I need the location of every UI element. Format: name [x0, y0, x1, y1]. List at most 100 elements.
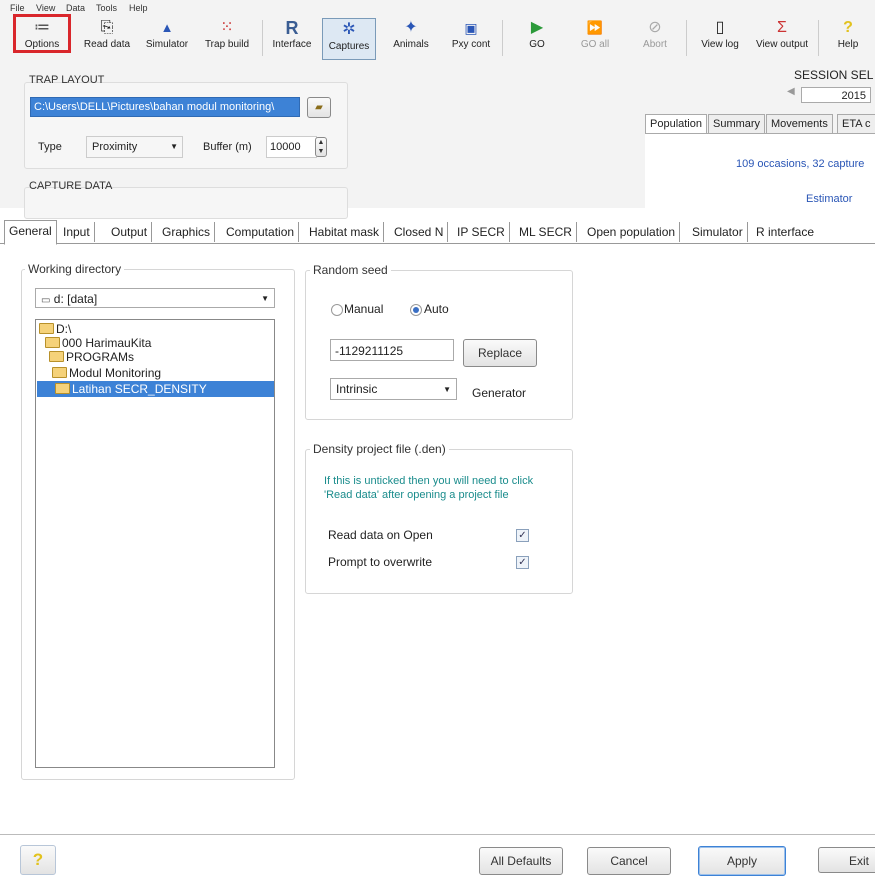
folder-open-icon	[52, 367, 67, 378]
tab-population[interactable]: Population	[645, 114, 707, 134]
read-data-icon: ⎘	[100, 19, 114, 36]
buffer-input[interactable]: 10000	[266, 136, 317, 158]
captures-icon: ✲	[342, 21, 356, 38]
menu-file[interactable]: File	[10, 3, 25, 13]
view-output-button[interactable]: Σ View output	[751, 17, 813, 61]
buffer-label: Buffer (m)	[203, 141, 252, 153]
read-on-open-checkbox[interactable]: ✓	[516, 529, 529, 542]
session-value[interactable]: 2015	[801, 87, 871, 103]
trap-layout-title: TRAP LAYOUT	[29, 74, 105, 86]
cancel-button[interactable]: Cancel	[587, 847, 671, 875]
tab-closed-n[interactable]: Closed N	[390, 222, 449, 242]
tab-simulator[interactable]: Simulator	[688, 222, 748, 242]
apply-button[interactable]: Apply	[698, 846, 786, 876]
working-directory-title: Working directory	[25, 262, 125, 276]
tree-node-latihan-selected[interactable]: Latihan SECR_DENSITY	[37, 381, 274, 397]
auto-radio[interactable]	[410, 304, 422, 316]
type-label: Type	[38, 141, 62, 153]
options-highlight-box	[13, 14, 71, 53]
simulator-button[interactable]: ▲ Simulator	[140, 17, 194, 61]
tree-node-harimaukita[interactable]: 000 HarimauKita	[45, 336, 151, 350]
abort-icon: ⊘	[648, 19, 662, 36]
go-button[interactable]: ▶ GO	[514, 17, 560, 61]
tab-habitat-mask[interactable]: Habitat mask	[305, 222, 385, 242]
help-icon: ?	[843, 19, 853, 36]
chevron-down-icon: ▼	[170, 142, 178, 151]
view-log-button[interactable]: ▯ View log	[697, 17, 743, 61]
tab-general[interactable]: General	[4, 220, 57, 245]
manual-radio[interactable]	[331, 304, 343, 316]
tab-computation[interactable]: Computation	[222, 222, 300, 242]
go-all-button[interactable]: ⏩ GO all	[572, 17, 618, 61]
random-seed-title: Random seed	[310, 263, 391, 277]
all-defaults-button[interactable]: All Defaults	[479, 847, 563, 875]
r-interface-icon: R	[285, 18, 299, 38]
estimator-label: Estimator	[806, 193, 853, 205]
output-icon: Σ	[777, 19, 787, 36]
folder-open-icon	[49, 351, 64, 362]
menu-tools[interactable]: Tools	[96, 3, 117, 13]
tab-eta[interactable]: ETA c	[837, 114, 875, 134]
footer-divider	[0, 834, 875, 835]
trap-file-path-input[interactable]: C:\Users\DELL\Pictures\bahan modul monit…	[30, 97, 300, 117]
prompt-overwrite-label: Prompt to overwrite	[328, 555, 433, 569]
manual-label: Manual	[344, 302, 384, 316]
toolbar-separator	[686, 20, 687, 56]
seed-input[interactable]: -1129211125	[330, 339, 454, 361]
animals-icon: ✦	[404, 19, 418, 36]
toolbar-separator	[502, 20, 503, 56]
tab-ml-secr[interactable]: ML SECR	[515, 222, 577, 242]
animals-button[interactable]: ✦ Animals	[386, 17, 436, 61]
capture-data-title: CAPTURE DATA	[29, 180, 113, 192]
density-file-title: Density project file (.den)	[310, 442, 449, 456]
abort-button[interactable]: ⊘ Abort	[632, 17, 678, 61]
generator-select[interactable]: Intrinsic ▼	[330, 378, 457, 400]
tab-summary[interactable]: Summary	[708, 114, 766, 134]
help-question-button[interactable]: ?	[20, 845, 56, 875]
tab-r-interface[interactable]: R interface	[752, 222, 819, 242]
occasions-summary: 109 occasions, 32 capture	[736, 158, 865, 170]
pxy-cont-button[interactable]: ▣ Pxy cont	[446, 17, 496, 61]
play-icon: ▶	[530, 19, 544, 36]
folder-open-icon	[39, 323, 54, 334]
tab-ip-secr[interactable]: IP SECR	[453, 222, 510, 242]
tree-node-modul-monitoring[interactable]: Modul Monitoring	[52, 366, 161, 380]
tab-output[interactable]: Output	[107, 222, 153, 242]
generator-label: Generator	[472, 386, 527, 400]
chevron-down-icon: ▼	[443, 385, 451, 394]
menu-view[interactable]: View	[36, 3, 55, 13]
tree-node-drive[interactable]: D:\	[39, 322, 71, 336]
folder-open-icon	[45, 337, 60, 348]
fast-forward-icon: ⏩	[586, 20, 604, 35]
menu-data[interactable]: Data	[66, 3, 85, 13]
tab-graphics[interactable]: Graphics	[158, 222, 216, 242]
folder-icon: ▰	[315, 102, 323, 113]
tab-input[interactable]: Input	[59, 222, 95, 242]
prompt-overwrite-checkbox[interactable]: ✓	[516, 556, 529, 569]
session-prev-arrow-icon[interactable]: ◀	[787, 86, 795, 97]
replace-button[interactable]: Replace	[463, 339, 537, 367]
captures-button[interactable]: ✲ Captures	[322, 18, 376, 60]
density-file-note: If this is unticked then you will need t…	[324, 475, 534, 501]
interface-button[interactable]: R Interface	[267, 17, 317, 61]
auto-label: Auto	[424, 302, 449, 316]
tab-movements[interactable]: Movements	[766, 114, 833, 134]
trap-build-icon: ⁙	[220, 19, 234, 36]
simulator-icon: ▲	[160, 20, 174, 35]
menu-help[interactable]: Help	[129, 3, 148, 13]
help-button[interactable]: ? Help	[828, 17, 868, 61]
density-file-group	[305, 449, 573, 594]
toolbar-separator	[818, 20, 819, 56]
session-label: SESSION SEL	[794, 68, 874, 82]
drive-select[interactable]: ▭ d: [data] ▼	[35, 288, 275, 308]
browse-folder-button[interactable]: ▰	[307, 97, 331, 118]
chevron-down-icon: ▼	[261, 294, 269, 303]
exit-button[interactable]: Exit	[818, 847, 875, 873]
buffer-spinner[interactable]: ▲ ▼	[315, 137, 327, 157]
read-data-button[interactable]: ⎘ Read data	[79, 17, 135, 61]
detector-type-select[interactable]: Proximity ▼	[86, 136, 183, 158]
trap-build-button[interactable]: ⁙ Trap build	[199, 17, 255, 61]
help-icon: ?	[32, 850, 44, 869]
tab-open-population[interactable]: Open population	[583, 222, 681, 242]
tree-node-programs[interactable]: PROGRAMs	[49, 350, 134, 364]
